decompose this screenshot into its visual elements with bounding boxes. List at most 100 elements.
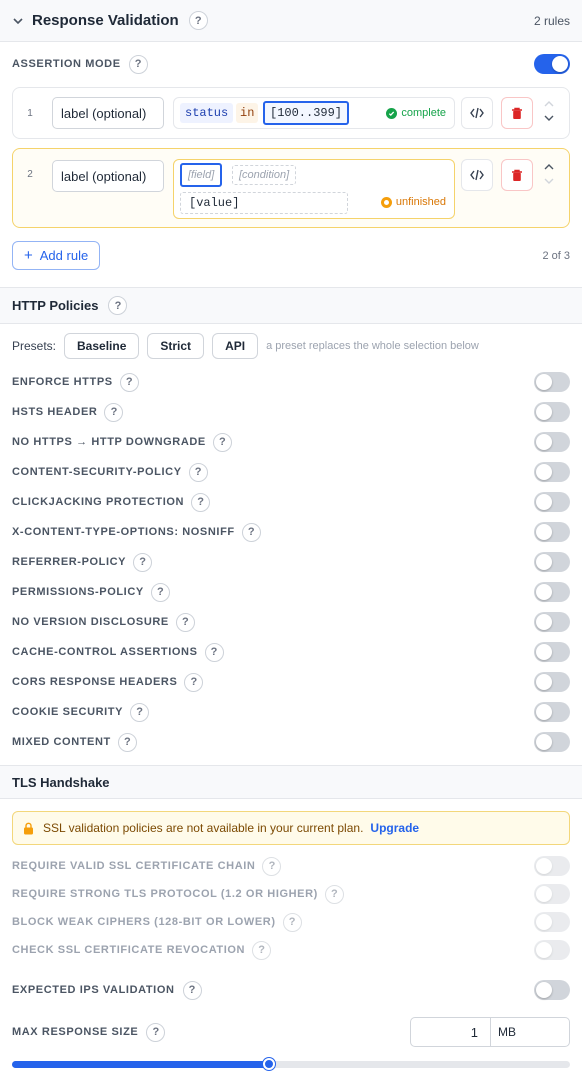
value-placeholder[interactable]: [value] xyxy=(180,192,348,214)
policy-toggle[interactable] xyxy=(534,492,570,512)
help-icon[interactable]: ? xyxy=(117,732,137,752)
delete-rule-button[interactable] xyxy=(501,159,533,191)
chevron-down-icon[interactable] xyxy=(544,178,554,184)
lock-icon xyxy=(24,822,33,834)
policy-toggle[interactable] xyxy=(534,612,570,632)
help-icon[interactable]: ? xyxy=(146,1022,166,1042)
policy-row: NO HTTPS → HTTP DOWNGRADE? xyxy=(0,427,582,457)
policy-toggle[interactable] xyxy=(534,732,570,752)
chevron-up-icon[interactable] xyxy=(544,164,554,170)
preset-strict-button[interactable]: Strict xyxy=(147,332,205,359)
max-size-input[interactable]: 1 xyxy=(411,1018,491,1046)
help-icon[interactable]: ? xyxy=(104,402,124,422)
reorder-arrows xyxy=(541,164,557,184)
policy-toggle[interactable] xyxy=(534,642,570,662)
help-icon[interactable]: ? xyxy=(188,11,208,30)
help-icon[interactable]: ? xyxy=(184,672,204,692)
policy-label: REFERRER-POLICY xyxy=(12,556,127,568)
policy-row: PERMISSIONS-POLICY? xyxy=(0,577,582,607)
help-icon[interactable]: ? xyxy=(128,54,148,74)
max-size-unit-select[interactable]: MB xyxy=(491,1018,569,1046)
help-icon[interactable]: ? xyxy=(262,856,282,876)
help-icon[interactable]: ? xyxy=(119,372,139,392)
expected-ips-toggle[interactable] xyxy=(534,980,570,1000)
policy-toggle[interactable] xyxy=(534,402,570,422)
expected-ips-row: EXPECTED IPS VALIDATION ? xyxy=(0,972,582,1008)
help-icon[interactable]: ? xyxy=(212,432,232,452)
policy-toggle[interactable] xyxy=(534,672,570,692)
rule-label-input[interactable]: label (optional) xyxy=(52,160,164,192)
policy-toggle xyxy=(534,940,570,960)
rule-expression[interactable]: [field] [condition] [value] unfinished xyxy=(173,159,455,219)
help-icon[interactable]: ? xyxy=(204,642,224,662)
policy-label: CHECK SSL CERTIFICATE REVOCATION xyxy=(12,944,246,956)
condition-placeholder[interactable]: [condition] xyxy=(232,165,297,185)
policy-row: MIXED CONTENT? xyxy=(0,727,582,757)
policy-toggle[interactable] xyxy=(534,582,570,602)
help-icon[interactable]: ? xyxy=(252,940,272,960)
chevron-up-icon[interactable] xyxy=(544,101,554,107)
policy-row: X-CONTENT-TYPE-OPTIONS: NOSNIFF? xyxy=(0,517,582,547)
max-size-control: 1 MB xyxy=(410,1017,570,1047)
policy-row: CACHE-CONTROL ASSERTIONS? xyxy=(0,637,582,667)
policy-toggle[interactable] xyxy=(534,372,570,392)
assertion-mode-label: ASSERTION MODE xyxy=(12,58,121,70)
policy-toggle[interactable] xyxy=(534,702,570,722)
chevron-down-icon[interactable] xyxy=(12,15,24,27)
rule-row: 1 label (optional) status in [100..399] … xyxy=(12,87,570,139)
code-view-button[interactable] xyxy=(461,159,493,191)
help-icon[interactable]: ? xyxy=(282,912,302,932)
assertion-mode-toggle[interactable] xyxy=(534,54,570,74)
trash-icon xyxy=(512,169,522,181)
help-icon[interactable]: ? xyxy=(130,702,150,722)
slider-thumb[interactable] xyxy=(262,1058,275,1070)
max-size-label: MAX RESPONSE SIZE xyxy=(12,1026,139,1038)
value-token[interactable]: [100..399] xyxy=(263,101,350,125)
help-icon[interactable]: ? xyxy=(182,980,202,1000)
policy-list: ENFORCE HTTPS? HSTS HEADER? NO HTTPS → HTT… xyxy=(0,367,582,757)
policy-label: BLOCK WEAK CIPHERS (128-BIT OR LOWER) xyxy=(12,916,276,928)
locked-policy-list: REQUIRE VALID SSL CERTIFICATE CHAIN? REQU… xyxy=(0,852,582,964)
policy-label: CONTENT-SECURITY-POLICY xyxy=(12,466,182,478)
add-rule-row: + Add rule 2 of 3 xyxy=(12,241,570,270)
help-icon[interactable]: ? xyxy=(324,884,344,904)
help-icon[interactable]: ? xyxy=(175,612,195,632)
rule-status-label: complete xyxy=(401,107,446,119)
help-icon[interactable]: ? xyxy=(188,462,208,482)
policy-toggle[interactable] xyxy=(534,522,570,542)
field-placeholder[interactable]: [field] xyxy=(180,163,223,187)
policy-label: CLICKJACKING PROTECTION xyxy=(12,496,185,508)
rule-label-input[interactable]: label (optional) xyxy=(52,97,164,129)
preset-baseline-button[interactable]: Baseline xyxy=(64,332,140,359)
rule-row: 2 label (optional) [field] [condition] [… xyxy=(12,148,570,228)
operator-token[interactable]: in xyxy=(236,103,259,123)
policy-toggle xyxy=(534,884,570,904)
presets-hint: a preset replaces the whole selection be… xyxy=(266,339,479,352)
chevron-down-icon[interactable] xyxy=(544,115,554,121)
help-icon[interactable]: ? xyxy=(133,552,153,572)
policy-label: NO VERSION DISCLOSURE xyxy=(12,616,169,628)
policy-row: CORS RESPONSE HEADERS? xyxy=(0,667,582,697)
code-view-button[interactable] xyxy=(461,97,493,129)
help-icon[interactable]: ? xyxy=(191,492,211,512)
rule-expression[interactable]: status in [100..399] complete xyxy=(173,97,455,129)
policy-label: ENFORCE HTTPS xyxy=(12,376,113,388)
add-rule-button[interactable]: + Add rule xyxy=(12,241,101,270)
policy-toggle[interactable] xyxy=(534,462,570,482)
policy-toggle[interactable] xyxy=(534,552,570,572)
rule-count: 2 rules xyxy=(533,13,570,28)
help-icon[interactable]: ? xyxy=(108,296,128,315)
help-icon[interactable]: ? xyxy=(241,522,261,542)
policy-row: COOKIE SECURITY? xyxy=(0,697,582,727)
policy-label: CACHE-CONTROL ASSERTIONS xyxy=(12,646,198,658)
help-icon[interactable]: ? xyxy=(150,582,170,602)
field-token[interactable]: status xyxy=(180,103,234,123)
policy-toggle[interactable] xyxy=(534,432,570,452)
presets-label: Presets: xyxy=(12,338,57,353)
delete-rule-button[interactable] xyxy=(501,97,533,129)
upgrade-link[interactable]: Upgrade xyxy=(370,821,419,835)
preset-api-button[interactable]: API xyxy=(212,332,259,359)
max-size-slider[interactable] xyxy=(12,1058,570,1070)
response-validation-header[interactable]: Response Validation ? 2 rules xyxy=(0,0,582,42)
policy-toggle xyxy=(534,912,570,932)
